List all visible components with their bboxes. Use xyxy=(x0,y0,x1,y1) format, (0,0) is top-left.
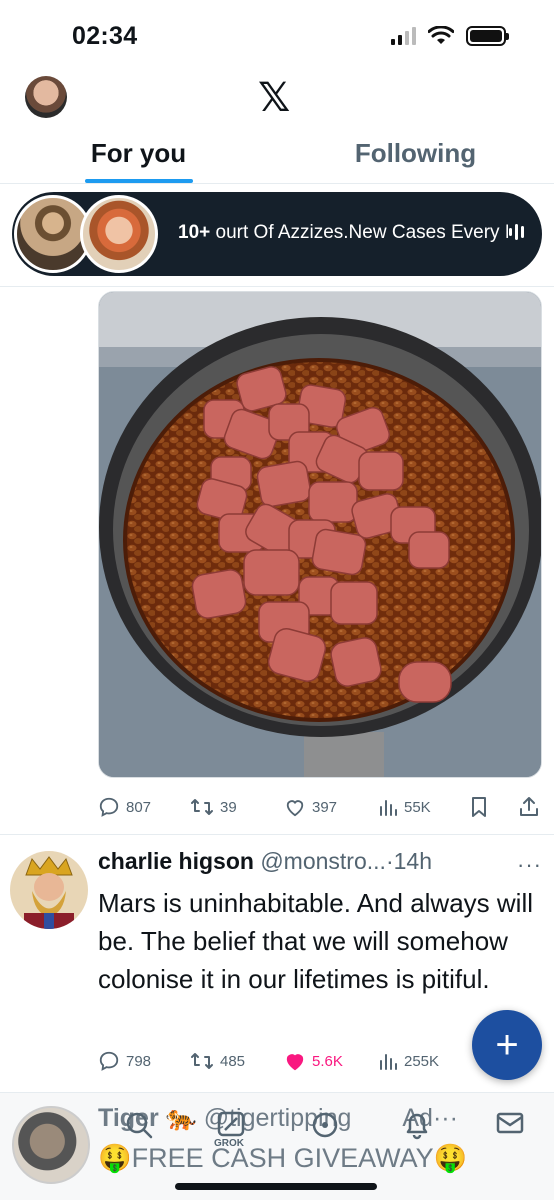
divider xyxy=(0,286,554,287)
battery-icon xyxy=(466,26,509,46)
tab-following[interactable]: Following xyxy=(277,126,554,183)
space-speaker-avatar xyxy=(80,195,158,273)
search-icon[interactable] xyxy=(124,1110,154,1140)
more-options-button[interactable]: ··· xyxy=(517,852,542,878)
views-button[interactable]: 255K xyxy=(378,1051,439,1071)
repost-count: 39 xyxy=(220,798,237,816)
like-icon xyxy=(286,1054,304,1071)
like-button[interactable]: 5.6K xyxy=(284,1051,343,1071)
repost-button[interactable]: 485 xyxy=(190,1050,245,1072)
status-time: 02:34 xyxy=(72,22,138,50)
x-logo[interactable]: 𝕏 xyxy=(258,78,290,118)
space-title: 10+ ourt Of Azzizes.New Cases Every Da xyxy=(178,222,508,244)
communities-icon[interactable] xyxy=(310,1110,340,1140)
promoted-text: 🤑FREE CASH GIVEAWAY🤑 xyxy=(98,1142,467,1174)
grok-label: GROK xyxy=(214,1138,244,1149)
repost-icon xyxy=(191,799,213,815)
money-emoji: 🤑 xyxy=(98,1143,132,1173)
promoted-emoji: 🐅 xyxy=(165,1104,197,1132)
bookmark-icon xyxy=(472,797,486,817)
reply-icon xyxy=(99,1051,119,1071)
promoted-headline: FREE CASH GIVEAWAY xyxy=(131,1143,434,1173)
mail-icon[interactable] xyxy=(496,1110,524,1136)
grok-icon[interactable] xyxy=(216,1110,246,1138)
share-button[interactable] xyxy=(518,796,540,818)
like-icon xyxy=(286,800,304,817)
like-button[interactable]: 397 xyxy=(284,797,337,817)
audio-wave-icon xyxy=(509,222,524,242)
post-actions: 807 39 397 55K xyxy=(98,792,542,822)
space-listener-count: 10+ xyxy=(178,222,211,243)
money-emoji: 🤑 xyxy=(433,1143,468,1173)
bell-icon[interactable] xyxy=(403,1110,431,1140)
profile-avatar[interactable] xyxy=(25,76,67,118)
tweet-text: Mars is uninhabitable. And always will b… xyxy=(98,888,533,994)
home-indicator[interactable] xyxy=(175,1183,377,1190)
reply-button[interactable]: 798 xyxy=(98,1050,151,1072)
status-icons xyxy=(391,26,509,46)
share-icon xyxy=(520,797,538,816)
active-tab-indicator xyxy=(84,179,193,183)
author-handle[interactable]: @monstro... xyxy=(260,848,386,874)
tweet-time: 14h xyxy=(393,848,432,874)
reply-icon xyxy=(99,797,119,817)
beans-and-hotdogs-photo xyxy=(99,292,541,777)
dot-separator: · xyxy=(385,848,394,874)
views-icon xyxy=(380,800,397,816)
reply-button[interactable]: 807 xyxy=(98,796,151,818)
tab-following-label: Following xyxy=(354,138,477,168)
author-name[interactable]: charlie higson xyxy=(98,848,254,874)
divider xyxy=(0,834,554,835)
repost-button[interactable]: 39 xyxy=(190,796,237,818)
views-button[interactable]: 55K xyxy=(378,797,431,817)
repost-count: 485 xyxy=(220,1052,246,1070)
post-image[interactable] xyxy=(98,291,542,778)
repost-icon xyxy=(191,1053,213,1069)
reply-count: 798 xyxy=(126,1052,152,1070)
promoted-avatar[interactable] xyxy=(12,1106,90,1184)
wifi-icon xyxy=(428,26,454,44)
promoted-more-button[interactable]: ··· xyxy=(433,1104,458,1132)
reply-count: 807 xyxy=(126,798,152,816)
signal-icon xyxy=(391,27,416,45)
status-bar: 02:34 xyxy=(0,0,554,70)
like-count: 397 xyxy=(312,798,338,816)
timeline-tabs: For you Following xyxy=(0,126,554,184)
views-icon xyxy=(380,1054,397,1070)
tab-for-you[interactable]: For you xyxy=(0,126,277,183)
space-title-text: ourt Of Azzizes.New Cases Every Da xyxy=(215,222,508,243)
compose-button[interactable]: + xyxy=(472,1010,542,1080)
view-count: 255K xyxy=(404,1052,440,1070)
like-count: 5.6K xyxy=(312,1052,343,1070)
author-avatar[interactable] xyxy=(10,851,88,929)
view-count: 55K xyxy=(404,798,431,816)
tab-for-you-label: For you xyxy=(90,138,187,168)
live-space-banner[interactable]: 10+ ourt Of Azzizes.New Cases Every Da xyxy=(12,192,542,276)
tweet-header: charlie higson @monstro...·14h xyxy=(98,848,544,875)
bookmark-button[interactable] xyxy=(470,796,488,818)
